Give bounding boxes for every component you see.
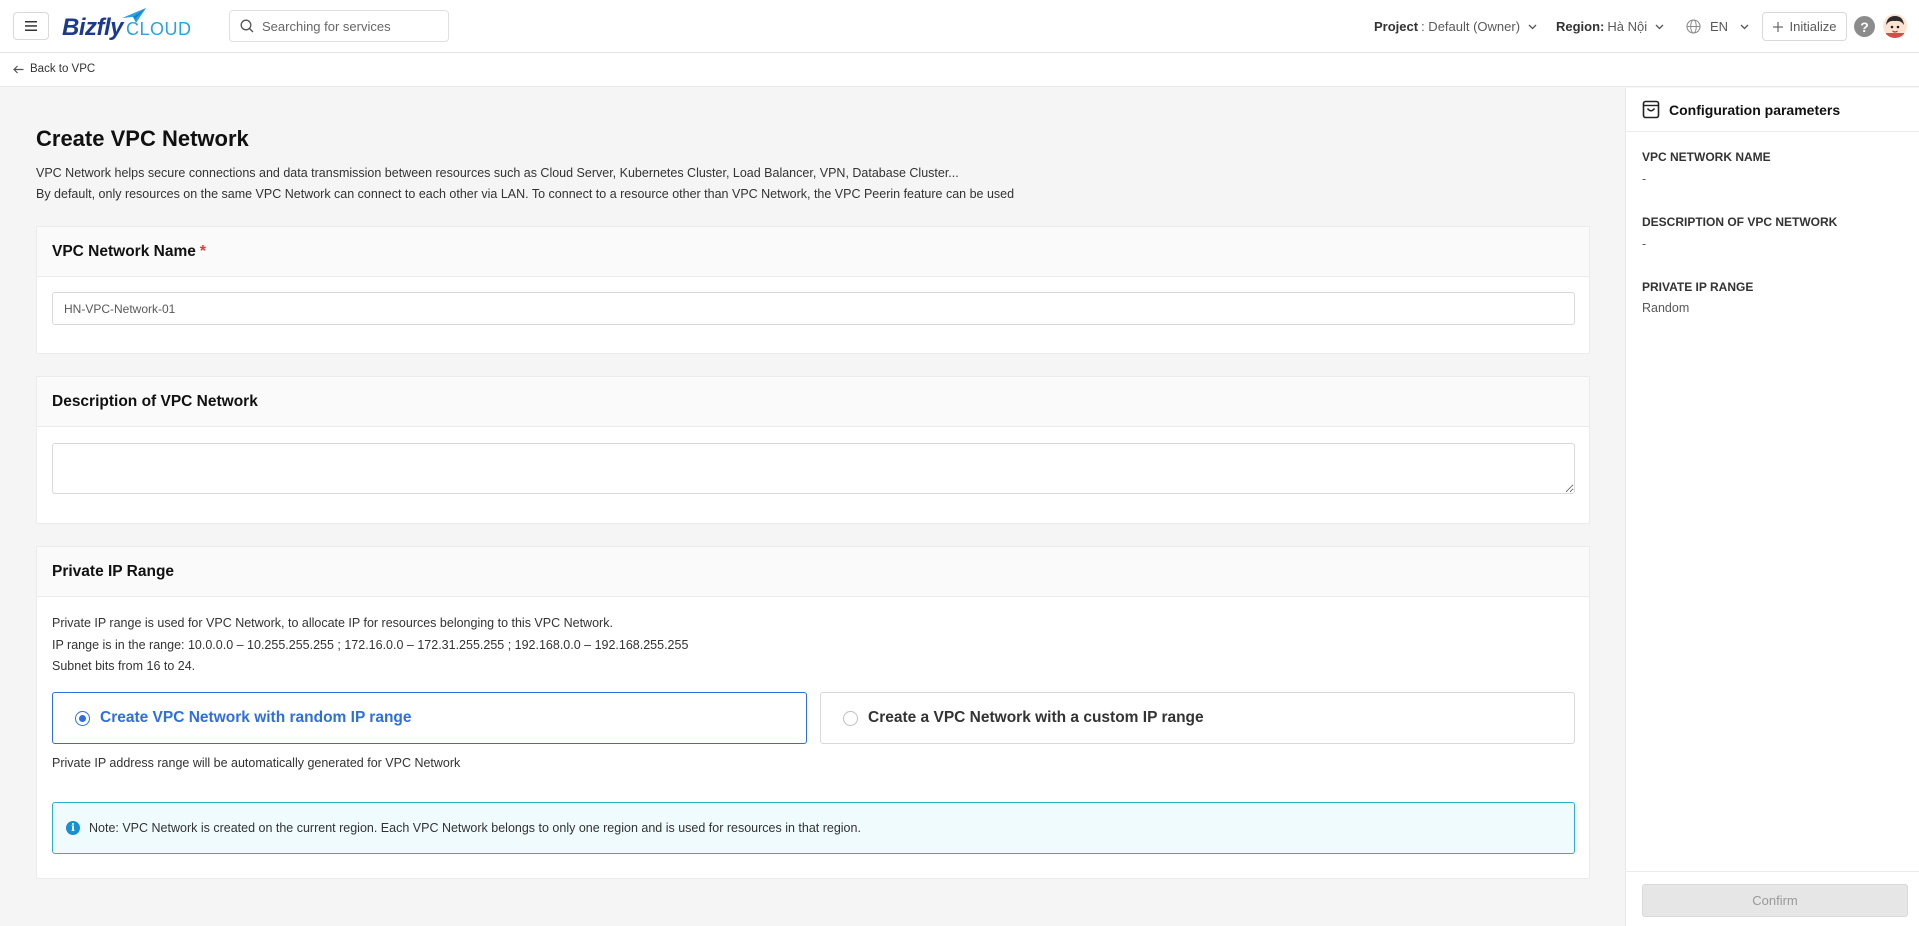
page-intro: VPC Network helps secure connections and… (36, 163, 1014, 205)
back-label: Back to VPC (30, 63, 96, 75)
vpc-name-heading: VPC Network Name * (37, 227, 1589, 277)
vpc-name-card: VPC Network Name * (36, 226, 1590, 354)
info-icon: i (66, 821, 80, 835)
ip-desc-line-1: Private IP range is used for VPC Network… (52, 616, 613, 630)
required-mark: * (199, 242, 206, 260)
plus-icon (1772, 21, 1783, 32)
private-ip-description: Private IP range is used for VPC Network… (52, 613, 688, 678)
project-label: Project (1374, 19, 1419, 34)
region-selector[interactable]: Region: Hà Nội (1556, 0, 1664, 53)
vpc-description-heading: Description of VPC Network (37, 377, 1589, 427)
ip-desc-line-2: IP range is in the range: 10.0.0.0 – 10.… (52, 637, 689, 652)
summary-description-value: - (1642, 237, 1647, 251)
arrow-left-icon (13, 65, 24, 73)
summary-name-label: VPC NETWORK NAME (1642, 150, 1771, 164)
project-value: : Default (Owner) (1421, 19, 1521, 34)
paper-plane-icon (122, 8, 146, 23)
project-selector[interactable]: Project : Default (Owner) (1374, 0, 1537, 53)
auto-generated-note: Private IP address range will be automat… (52, 756, 461, 770)
user-avatar-icon (1883, 14, 1907, 38)
vpc-description-card: Description of VPC Network (36, 376, 1590, 524)
region-value: Hà Nội (1607, 19, 1648, 34)
summary-description-label: DESCRIPTION OF VPC NETWORK (1642, 215, 1838, 229)
initialize-button[interactable]: Initialize (1762, 12, 1847, 41)
custom-ip-option[interactable]: Create a VPC Network with a custom IP ra… (820, 692, 1575, 744)
bizfly-cloud-logo[interactable]: Bizfly CLOUD (62, 8, 192, 44)
back-to-vpc-link[interactable]: Back to VPC (13, 63, 95, 75)
intro-line-1: VPC Network helps secure connections and… (36, 166, 959, 180)
vpc-name-title: VPC Network Name (52, 242, 196, 260)
random-ip-option[interactable]: Create VPC Network with random IP range (52, 692, 807, 744)
random-ip-option-label: Create VPC Network with random IP range (100, 709, 412, 726)
radio-selected-icon (75, 710, 90, 726)
search-icon (240, 19, 254, 33)
private-ip-card: Private IP Range Private IP range is use… (36, 546, 1590, 879)
confirm-button[interactable]: Confirm (1642, 884, 1908, 917)
hamburger-icon (25, 21, 37, 31)
globe-icon (1686, 19, 1701, 34)
top-header: Bizfly CLOUD Project : Default (Owner) R… (0, 0, 1919, 53)
main-content: Create VPC Network VPC Network helps sec… (0, 88, 1625, 926)
panel-footer: Confirm (1626, 871, 1919, 926)
radio-unselected-icon (843, 710, 858, 726)
summary-name-value: - (1642, 172, 1647, 186)
avatar[interactable] (1883, 14, 1907, 38)
chevron-down-icon (1740, 24, 1749, 29)
region-note-text: Note: VPC Network is created on the curr… (89, 821, 861, 835)
intro-line-2: By default, only resources on the same V… (36, 187, 1015, 201)
help-icon[interactable]: ? (1854, 16, 1875, 37)
chevron-down-icon (1528, 24, 1537, 29)
language-value: EN (1710, 19, 1729, 34)
region-note-alert: i Note: VPC Network is created on the cu… (52, 802, 1575, 854)
logo-brand: Bizfly (62, 14, 124, 41)
menu-toggle-button[interactable] (13, 12, 49, 40)
breadcrumb: Back to VPC (0, 53, 1919, 87)
private-ip-heading: Private IP Range (37, 547, 1589, 597)
shopping-bag-icon (1642, 100, 1660, 119)
custom-ip-option-label: Create a VPC Network with a custom IP ra… (868, 709, 1204, 726)
service-search[interactable] (229, 10, 449, 42)
configuration-heading: Configuration parameters (1626, 88, 1919, 132)
summary-ip-value: Random (1642, 301, 1690, 315)
vpc-name-input[interactable] (52, 292, 1575, 325)
language-selector[interactable]: EN (1686, 0, 1749, 53)
initialize-label: Initialize (1789, 19, 1837, 34)
chevron-down-icon (1655, 24, 1664, 29)
region-label: Region: (1556, 19, 1605, 34)
search-input[interactable] (262, 18, 442, 34)
ip-desc-line-3: Subnet bits from 16 to 24. (52, 659, 196, 673)
configuration-title: Configuration parameters (1669, 101, 1841, 118)
page-title: Create VPC Network (36, 126, 249, 151)
configuration-panel: Configuration parameters VPC NETWORK NAM… (1625, 88, 1919, 926)
summary-ip-label: PRIVATE IP RANGE (1642, 280, 1754, 294)
vpc-description-textarea[interactable] (52, 443, 1575, 494)
